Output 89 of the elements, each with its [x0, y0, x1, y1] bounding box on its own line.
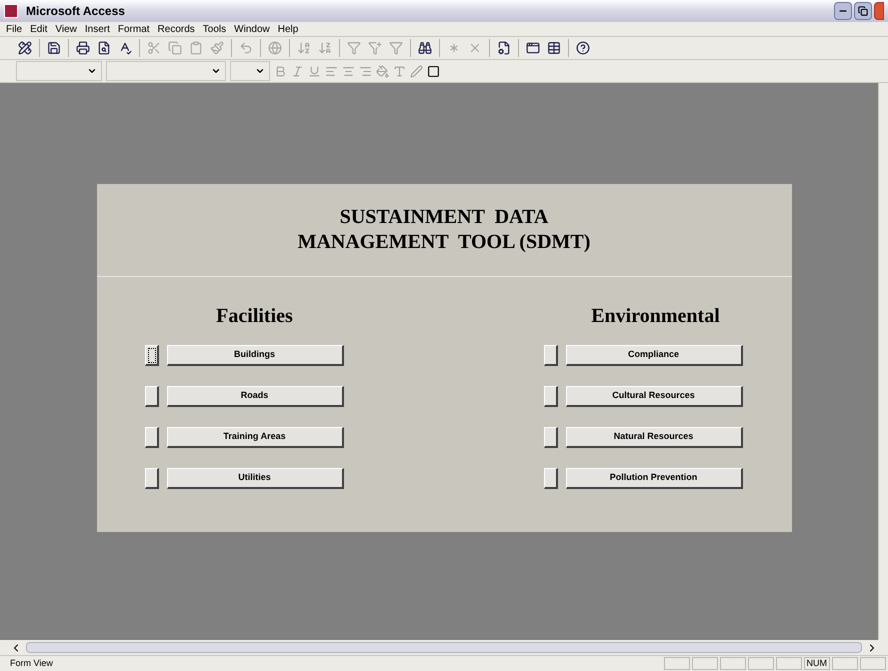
option-button[interactable] — [144, 344, 158, 366]
option-button[interactable] — [544, 426, 558, 448]
app-icon — [4, 4, 18, 18]
menu-item[interactable]: Format — [118, 22, 150, 36]
underline-icon[interactable] — [308, 64, 321, 78]
restore-button[interactable] — [854, 2, 872, 20]
funnel-icon — [389, 41, 403, 55]
minimize-button[interactable] — [834, 2, 852, 20]
status-indicator — [692, 657, 718, 670]
restore-icon — [858, 6, 868, 16]
toolbar-button[interactable] — [74, 39, 92, 57]
delete-icon — [468, 41, 482, 55]
switchboard-button[interactable]: Cultural Resources — [566, 386, 742, 406]
menu-item[interactable]: View — [55, 22, 77, 36]
pen-icon[interactable] — [410, 64, 423, 78]
align-center-icon[interactable] — [342, 64, 355, 78]
switchboard-button[interactable]: Buildings — [166, 344, 344, 366]
option-button[interactable] — [144, 386, 158, 406]
section-heading: Facilities — [216, 304, 293, 328]
printer-icon — [76, 41, 90, 55]
form-title: MANAGEMENT TOOL (SDMT) — [298, 230, 590, 254]
align-right-icon[interactable] — [359, 64, 372, 78]
help-icon — [576, 41, 590, 55]
menu-item[interactable]: Edit — [30, 22, 48, 36]
sort-ascending-icon — [297, 41, 311, 55]
menu-item[interactable]: Window — [234, 22, 270, 36]
dropdown-field[interactable] — [16, 61, 102, 81]
caret-icon — [255, 66, 265, 76]
paintbrush-icon — [210, 41, 224, 55]
align-left-icon[interactable] — [325, 64, 338, 78]
border-icon[interactable] — [427, 64, 440, 78]
spellcheck-icon — [118, 41, 132, 55]
switchboard-button[interactable]: Pollution Prevention — [566, 468, 742, 488]
status-indicator — [664, 657, 690, 670]
switchboard-button[interactable]: Training Areas — [166, 426, 344, 448]
switchboard-button[interactable]: Roads — [166, 386, 344, 406]
funnel-form-icon — [368, 41, 382, 55]
font-color-icon[interactable] — [393, 64, 406, 78]
undo-icon — [239, 41, 253, 55]
menu-item[interactable]: File — [6, 22, 22, 36]
switchboard-button[interactable]: Compliance — [566, 344, 742, 366]
dropdown-field[interactable] — [230, 61, 270, 81]
save-icon — [47, 41, 61, 55]
ruler-pencil-icon — [18, 41, 32, 55]
option-button[interactable] — [544, 344, 558, 366]
status-indicator — [832, 657, 858, 670]
option-button[interactable] — [144, 426, 158, 448]
bold-icon[interactable] — [274, 64, 287, 78]
option-button[interactable] — [544, 468, 558, 488]
status-indicator: NUM — [804, 657, 830, 670]
switchboard-button[interactable]: Natural Resources — [566, 426, 742, 448]
close-button[interactable] — [874, 2, 884, 20]
menu-item[interactable]: Records — [158, 22, 195, 36]
menu-item[interactable]: Tools — [202, 22, 226, 36]
menu-item[interactable]: Insert — [84, 22, 110, 36]
caret-icon — [211, 66, 221, 76]
status-indicator — [720, 657, 746, 670]
globe-icon — [268, 41, 282, 55]
status-text: Form View — [10, 656, 54, 670]
section-heading: Environmental — [591, 304, 720, 328]
caret-icon — [87, 66, 97, 76]
scissors-icon — [147, 41, 161, 55]
status-indicator — [776, 657, 802, 670]
paint-bucket-icon[interactable] — [376, 64, 389, 78]
window-title: Microsoft Access — [26, 3, 125, 20]
table-icon — [547, 41, 561, 55]
window-icon — [526, 41, 540, 55]
vertical-scrollbar[interactable] — [878, 83, 888, 640]
switchboard-button[interactable]: Utilities — [166, 468, 344, 488]
italic-icon[interactable] — [291, 64, 304, 78]
toolbar-button[interactable] — [16, 39, 34, 57]
option-button[interactable] — [144, 468, 158, 488]
properties-icon — [497, 41, 511, 55]
toolbar-button[interactable] — [45, 39, 63, 57]
dropdown-field[interactable] — [106, 61, 226, 81]
status-indicator — [860, 657, 886, 670]
toolbar-button[interactable] — [545, 39, 563, 57]
toolbar-button[interactable] — [574, 39, 592, 57]
form-title: SUSTAINMENT DATA — [340, 204, 548, 230]
clipboard-icon — [189, 41, 203, 55]
toolbar-button[interactable] — [416, 39, 434, 57]
option-button[interactable] — [544, 386, 558, 406]
magnifier-page-icon — [97, 41, 111, 55]
copy-icon — [168, 41, 182, 55]
funnel-icon — [347, 41, 361, 55]
sort-descending-icon — [318, 41, 332, 55]
menu-item[interactable]: Help — [278, 22, 298, 36]
status-indicator — [748, 657, 774, 670]
binoculars-icon — [418, 41, 432, 55]
